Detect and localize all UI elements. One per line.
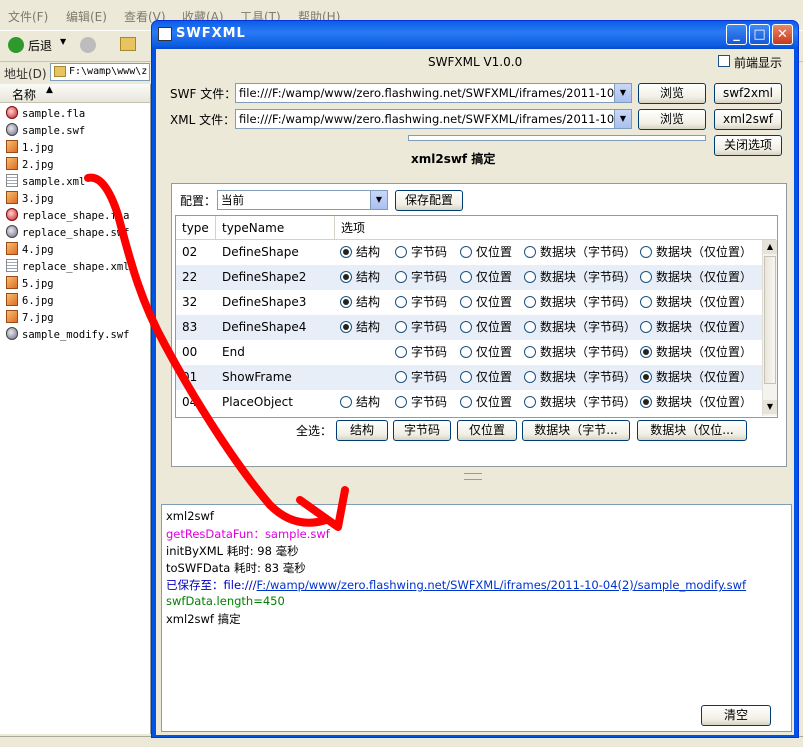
arrow-shaft: [84, 173, 330, 527]
annotation-arrow: [84, 173, 349, 531]
